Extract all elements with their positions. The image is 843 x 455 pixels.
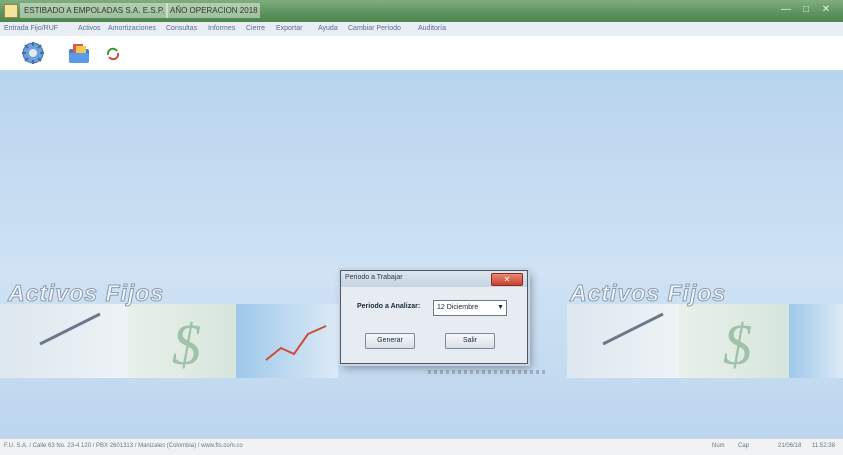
main-workspace: $ $ Activos Fijos Activos Fijos Fortuner…	[0, 70, 843, 438]
window-title-year: AÑO OPERACION 2018	[166, 3, 260, 18]
svg-text:$: $	[172, 312, 201, 377]
period-dialog: Periodo a Trabajar ✕ Periodo a Analizar:…	[340, 270, 528, 364]
brand-title-right: Activos Fijos	[569, 280, 727, 307]
svg-text:$: $	[723, 312, 752, 377]
status-num: Num	[712, 443, 725, 449]
banner-tile-pen	[0, 304, 128, 378]
logo-subtitle-strip	[428, 370, 548, 374]
maximize-button[interactable]: □	[797, 3, 815, 17]
period-label: Periodo a Analizar:	[357, 303, 421, 310]
title-bar: ESTIBADO A EMPOLADAS S.A. E.S.P. AÑO OPE…	[0, 0, 843, 22]
status-date: 21/06/18	[778, 443, 802, 449]
close-button[interactable]: ✕	[817, 3, 835, 17]
menu-item-ayuda[interactable]: Ayuda	[318, 24, 338, 34]
banner-strip-right: $	[567, 304, 843, 378]
folder-open-icon[interactable]	[67, 41, 91, 65]
dialog-title: Periodo a Trabajar	[345, 274, 403, 281]
close-icon: ✕	[503, 275, 511, 284]
banner-tile-dollar-right: $	[679, 304, 789, 378]
period-select-value: 12 Diciembre	[437, 304, 479, 311]
window-title-company: ESTIBADO A EMPOLADAS S.A. E.S.P.	[20, 3, 168, 18]
menu-item-amortizaciones[interactable]: Amortizaciones	[108, 24, 156, 34]
settings-gear-icon[interactable]	[21, 41, 45, 65]
menu-item-cambiar-periodo[interactable]: Cambiar Período	[348, 24, 401, 34]
status-company-info: F.U. S.A. / Calle 63 No. 23-4 120 / PBX …	[4, 443, 243, 449]
brand-title-left: Activos Fijos	[7, 280, 165, 307]
dropdown-arrow-icon[interactable]: ▼	[496, 302, 505, 314]
menu-item-cierre[interactable]: Cierre	[246, 24, 265, 34]
menu-item-activos[interactable]: Activos	[78, 24, 101, 34]
menu-bar: Entrada Fijo/RUF Activos Amortizaciones …	[0, 22, 843, 36]
status-time: 11:52:38	[812, 443, 835, 449]
dialog-close-button[interactable]: ✕	[491, 273, 523, 286]
refresh-arrows-icon[interactable]	[106, 47, 120, 61]
menu-item-consultas[interactable]: Consultas	[166, 24, 197, 34]
banner-tile-chart	[236, 304, 338, 378]
toolbar	[0, 36, 843, 71]
menu-item-exportar[interactable]: Exportar	[276, 24, 302, 34]
app-icon[interactable]	[4, 4, 18, 18]
banner-tile-dollar: $	[128, 304, 236, 378]
status-cap: Cap	[738, 443, 750, 449]
menu-item-auditoria[interactable]: Auditoría	[418, 24, 446, 34]
period-select[interactable]: 12 Diciembre ▼	[433, 300, 507, 316]
menu-item-informes[interactable]: Informes	[208, 24, 235, 34]
banner-tile-chart-right	[789, 304, 843, 378]
banner-strip-left: $	[0, 304, 338, 378]
menu-item-entrada[interactable]: Entrada Fijo/RUF	[4, 24, 58, 34]
exit-button[interactable]: Salir	[445, 333, 495, 349]
status-bar: F.U. S.A. / Calle 63 No. 23-4 120 / PBX …	[0, 438, 843, 455]
generate-button[interactable]: Generar	[365, 333, 415, 349]
minimize-button[interactable]: —	[777, 3, 795, 17]
banner-tile-pen-right	[567, 304, 679, 378]
dialog-title-bar[interactable]: Periodo a Trabajar ✕	[341, 271, 527, 287]
